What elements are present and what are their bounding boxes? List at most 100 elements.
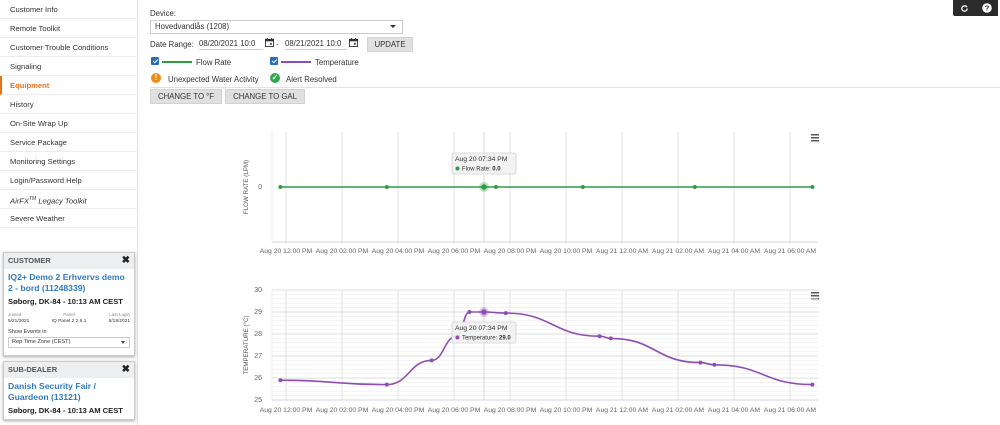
meta-value: IQ Panel 2 2.6.1 [51,319,87,324]
temperature-legend-line [281,61,311,63]
menu-icon-bar [811,140,819,142]
flow-rate-legend-label: Flow Rate [196,58,232,67]
tooltip-label: Temperature: 29.0 [462,336,511,342]
tooltip-title: Aug 20 07:34 PM [455,156,508,163]
timezone-value: Rep Time Zone (CEST) [12,339,71,345]
timezone-select[interactable]: Rep Time Zone (CEST) [8,337,130,348]
sidebar-item-login-password-help[interactable]: Login/Password Help [0,171,137,190]
legacy-prefix: AirFX [10,196,29,206]
tooltip-marker [455,335,460,340]
tooltip-title: Aug 20 07:34 PM [455,325,508,332]
customer-card-header: CUSTOMER ✖ [4,253,134,269]
menu-icon-bar [811,134,819,136]
data-point [278,185,283,189]
dealer-card: SUB-DEALER ✖ Danish Security Fair / Guar… [3,361,135,420]
unexpected-water-label: Unexpected Water Activity [168,75,259,84]
y-tick-label: 29 [254,309,262,316]
sidebar-item-signaling[interactable]: Signaling [0,57,137,76]
x-tick-label: Aug 20 08:00 PM [484,407,537,414]
date-range-label: Date Range: [150,40,194,49]
customer-card-title: CUSTOMER [8,256,51,265]
chart-tooltip: Aug 20 07:34 PM Flow Rate: 0.0 [451,152,517,175]
dealer-card-header: SUB-DEALER ✖ [4,362,134,378]
data-point [692,185,697,189]
sidebar-item-service-package[interactable]: Service Package [0,133,137,152]
temperature-checkbox[interactable] [270,57,278,65]
tooltip-label: Flow Rate: 0.0 [462,167,501,173]
y-tick-label: 26 [254,375,262,382]
sidebar-nav: Customer Info Remote Toolkit Customer Trou… [0,0,137,228]
sidebar-item-customer-trouble-conditions[interactable]: Customer Trouble Conditions [0,38,137,57]
data-point [810,185,815,189]
meta-label: Panel [63,312,75,317]
change-to-fahrenheit-button[interactable]: CHANGE TO °F [150,89,222,104]
dealer-name-link[interactable]: Danish Security Fair / Guardeon (13121) [4,378,134,403]
x-tick-label: Aug 20 04:00 PM [372,407,425,414]
calendar-icon[interactable] [349,38,358,47]
device-select[interactable]: Hovedvandlås (1208) [150,20,403,34]
y-tick-label: 30 [254,287,262,294]
sidebar-item-on-site-wrap-up[interactable]: On-Site Wrap Up [0,114,137,133]
x-tick-label: Aug 20 06:00 PM [428,248,481,255]
x-tick-label: Aug 21 12:00 AM [596,407,648,414]
data-point [597,334,602,339]
hover-point [481,184,487,190]
change-to-gal-button[interactable]: CHANGE TO GAL [225,89,305,104]
tooltip-value: 0.0 [492,167,501,173]
device-value: Hovedvandlås (1208) [155,22,230,31]
x-tick-label: Aug 20 06:00 PM [428,407,481,414]
chevron-down-icon [121,341,125,344]
x-tick-label: Aug 20 08:00 PM [484,248,537,255]
sidebar-item-severe-weather[interactable]: Severe Weather [0,209,137,228]
data-point [580,185,585,189]
meta-last-login: Last Login 8/19/2021 [89,312,130,324]
y-tick-label: 28 [254,331,262,338]
alert-resolved-label: Alert Resolved [286,75,337,84]
meta-panel: Panel IQ Panel 2 2.6.1 [49,312,90,324]
date-from-input[interactable]: 08/20/2021 10:0 [199,37,263,50]
sidebar-item-legacy-toolkit[interactable]: AirFXTM Legacy Toolkit [0,190,137,209]
update-button[interactable]: UPDATE [367,37,413,52]
customer-name-link[interactable]: IQ2+ Demo 2 Erhvervs demo 2 - bord (1124… [4,269,134,294]
date-to-input[interactable]: 08/21/2021 10:0 [285,37,347,50]
x-tick-label: Aug 20 10:00 PM [540,248,593,255]
menu-icon-bar [811,137,819,139]
date-separator: - [276,40,279,49]
sidebar-item-equipment[interactable]: Equipment [0,76,137,95]
calendar-icon[interactable] [265,38,274,47]
divider [150,87,1000,88]
x-tick-label: Aug 20 04:00 PM [372,248,425,255]
flow-rate-checkbox[interactable] [151,57,159,65]
x-tick-label: Aug 21 02:00 AM [652,248,704,255]
menu-icon[interactable] [811,292,819,300]
data-point [278,378,283,383]
x-tick-label: Aug 20 02:00 PM [316,407,369,414]
x-tick-label: Aug 21 06:00 AM [764,407,816,414]
data-point [429,358,434,363]
x-tick-label: Aug 20 12:00 PM [260,407,313,414]
close-icon[interactable]: ✖ [122,253,130,269]
sidebar-item-remote-toolkit[interactable]: Remote Toolkit [0,19,137,38]
sidebar-item-monitoring-settings[interactable]: Monitoring Settings [0,152,137,171]
temperature-chart: TEMPERATURE (°C) 25 26 27 28 29 30 Aug 20 12:00… [243,287,819,414]
x-tick-label: Aug 21 02:00 AM [652,407,704,414]
x-tick-label: Aug 21 04:00 AM [708,248,760,255]
chevron-down-icon [390,25,396,28]
close-icon[interactable]: ✖ [122,362,130,378]
meta-value: 8/19/2021 [108,319,131,324]
sidebar-item-history[interactable]: History [0,95,137,114]
data-point [494,185,498,189]
show-events-label: Show Events in [8,329,47,335]
device-label: Device: [150,9,176,18]
sidebar-item-customer-info[interactable]: Customer Info [0,0,137,19]
main-content: Device: Hovedvandlås (1208) Date Range: … [138,0,1000,425]
x-tick-label: Aug 21 12:00 AM [596,248,648,255]
sidebar: Customer Info Remote Toolkit Customer Trou… [0,0,138,425]
meta-joined: Joined 5/21/2021 [8,312,49,324]
data-point [712,362,717,367]
meta-label: Joined [8,312,22,317]
x-tick-label: Aug 20 02:00 PM [316,248,369,255]
menu-icon[interactable] [811,134,819,142]
chart-tooltip: Aug 20 07:34 PM Temperature: 29.0 [451,321,517,344]
menu-icon-bar [811,295,819,297]
